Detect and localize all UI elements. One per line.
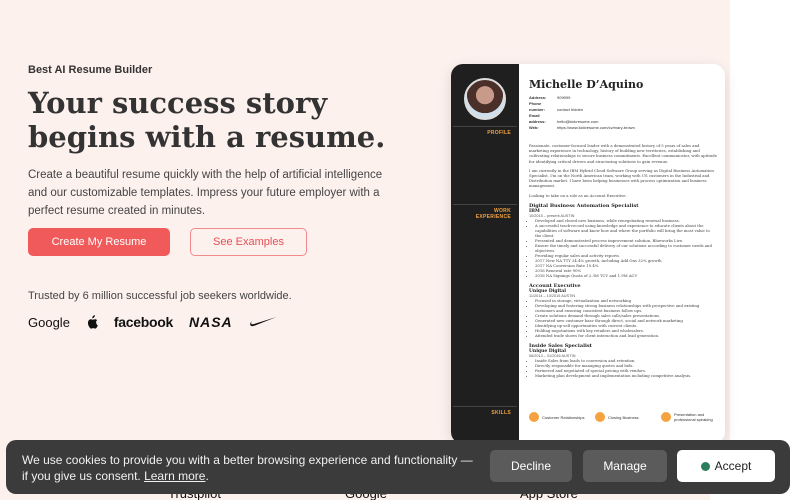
resume-jobs: Digital Business Automation Specialist IB… bbox=[529, 203, 717, 378]
divider bbox=[453, 126, 517, 127]
profile-paragraph: I am currently in the IBM Hybrid Cloud S… bbox=[529, 167, 714, 189]
skill-dot bbox=[595, 412, 605, 422]
divider bbox=[453, 406, 517, 407]
job-bullet: Marketing plan development and implement… bbox=[535, 373, 717, 378]
hero-subtitle: Create a beautiful resume quickly with t… bbox=[28, 169, 383, 217]
resume-section-work: WORK EXPERIENCE bbox=[475, 208, 511, 220]
hero-eyebrow: Best AI Resume Builder bbox=[28, 64, 153, 76]
decline-button[interactable]: Decline bbox=[490, 450, 572, 482]
facebook-logo: facebook bbox=[113, 314, 173, 330]
hero-headline: Your success story begins with a resume. bbox=[28, 86, 386, 154]
skill-item: Customer Relationships bbox=[529, 412, 585, 422]
apple-logo-icon bbox=[87, 315, 98, 329]
resume-section-skills: SKILLS bbox=[491, 410, 511, 416]
nike-swoosh-icon bbox=[249, 317, 277, 327]
resume-name: Michelle D’Aquino bbox=[529, 78, 644, 91]
learn-more-link[interactable]: Learn more bbox=[144, 469, 205, 483]
resume-preview[interactable]: PROFILE WORK EXPERIENCE SKILLS Michelle … bbox=[451, 64, 725, 444]
profile-paragraph: Looking to take on a role as an Account … bbox=[529, 192, 627, 198]
hero-buttons: Create My Resume See Examples bbox=[28, 228, 307, 256]
hero-section: Best AI Resume Builder Your success stor… bbox=[28, 64, 428, 220]
skill-item: Presentation and professional speaking bbox=[661, 412, 717, 422]
client-logos: Google facebook NASA bbox=[28, 312, 277, 332]
job-bullet: Attended trade shows for client interact… bbox=[535, 333, 717, 338]
resume-section-profile: PROFILE bbox=[487, 130, 511, 136]
skill-dot bbox=[661, 412, 671, 422]
see-examples-button[interactable]: See Examples bbox=[190, 228, 307, 256]
resume-photo bbox=[464, 78, 506, 120]
job-bullet: Developing and fostering strong business… bbox=[535, 303, 717, 313]
nasa-logo: NASA bbox=[188, 314, 233, 330]
job-bullets: Developed and closed new business, while… bbox=[529, 218, 717, 278]
cookie-banner: We use cookies to provide you with a bet… bbox=[6, 440, 790, 494]
job-bullet: Ensure the timely and successful deliver… bbox=[535, 243, 717, 253]
create-resume-button[interactable]: Create My Resume bbox=[28, 228, 170, 256]
job-bullets: Focused in storage, virtualization and n… bbox=[529, 298, 717, 338]
google-logo: Google bbox=[28, 314, 70, 330]
skill-dot bbox=[529, 412, 539, 422]
cookie-text: We use cookies to provide you with a bet… bbox=[22, 453, 473, 483]
trusted-text: Trusted by 6 million successful job seek… bbox=[28, 290, 292, 302]
manage-button[interactable]: Manage bbox=[583, 450, 667, 482]
resume-skills: Customer Relationships Closing Business … bbox=[529, 412, 717, 422]
accept-label: Accept bbox=[714, 459, 752, 473]
divider bbox=[453, 204, 517, 205]
job-bullet: 2016 NA Signings Quota of 2.3M TCV and 1… bbox=[535, 273, 717, 278]
resume-main: Michelle D’Aquino Address: 909999 Phone n… bbox=[529, 78, 717, 378]
resume-contact: Address: 909999 Phone number: contact hidd… bbox=[529, 95, 635, 130]
job-bullets: Inside Sales from leads to conversion an… bbox=[529, 358, 717, 378]
profile-paragraph: Passionate, customer-focused leader with… bbox=[529, 143, 717, 164]
cookie-icon bbox=[700, 461, 710, 471]
resume-sidebar: PROFILE WORK EXPERIENCE SKILLS bbox=[451, 64, 519, 444]
skill-item: Closing Business bbox=[595, 412, 651, 422]
job-bullet: A successful track-record using knowledg… bbox=[535, 223, 717, 238]
accept-button[interactable]: Accept bbox=[677, 450, 775, 482]
